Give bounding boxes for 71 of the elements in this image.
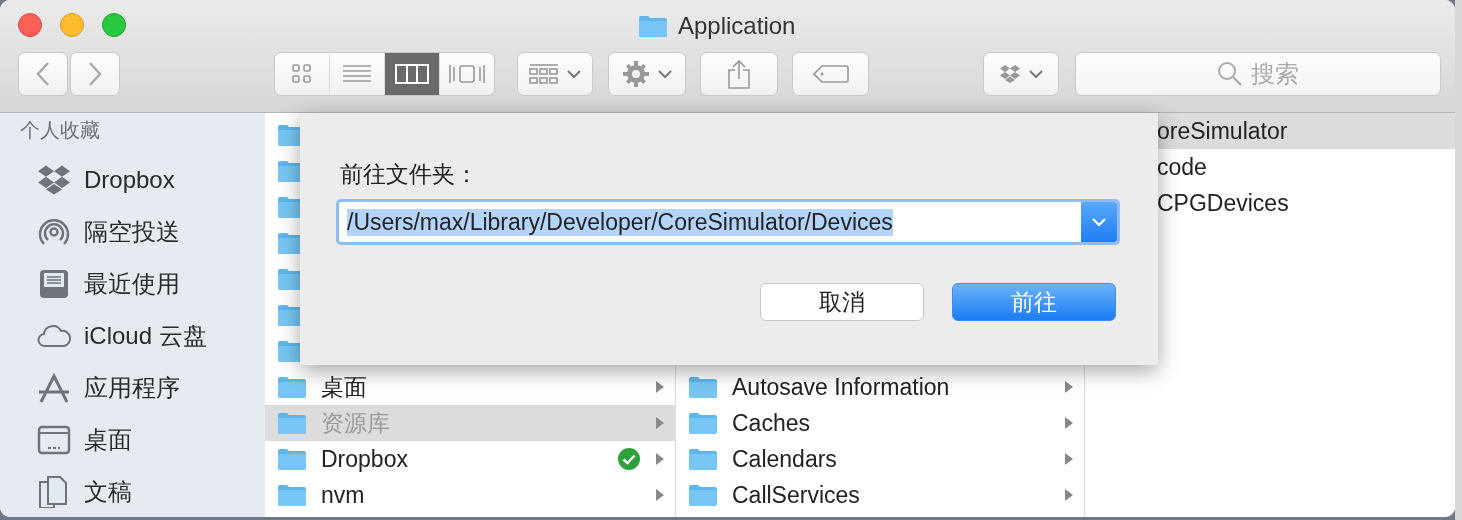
file-row[interactable]: oreSimulator bbox=[1157, 113, 1455, 149]
folder-icon bbox=[688, 446, 718, 472]
file-row[interactable]: code bbox=[1157, 149, 1455, 185]
file-row[interactable]: Caches bbox=[676, 405, 1084, 441]
chevron-down-icon bbox=[1092, 217, 1106, 227]
folder-icon bbox=[638, 13, 668, 39]
share-icon bbox=[727, 59, 751, 89]
forward-button[interactable] bbox=[70, 52, 120, 96]
sidebar-item[interactable]: 桌面 bbox=[0, 425, 265, 455]
tag-icon bbox=[812, 65, 849, 83]
sidebar-item[interactable]: iCloud 云盘 bbox=[0, 321, 265, 351]
search-icon bbox=[1217, 61, 1243, 87]
zoom-button[interactable] bbox=[102, 13, 126, 37]
close-button[interactable] bbox=[18, 13, 42, 37]
app-store-icon bbox=[36, 372, 72, 404]
file-row[interactable]: nvm bbox=[265, 477, 675, 513]
dropbox-icon bbox=[999, 64, 1021, 84]
disclosure-arrow-icon bbox=[655, 416, 665, 430]
view-mode-control[interactable] bbox=[274, 52, 495, 96]
cancel-button[interactable]: 取消 bbox=[760, 283, 924, 321]
file-row[interactable]: Calendars bbox=[676, 441, 1084, 477]
file-row[interactable]: Autosave Information bbox=[676, 369, 1084, 405]
minimize-button[interactable] bbox=[60, 13, 84, 37]
folder-icon bbox=[277, 482, 307, 508]
sidebar-item[interactable]: 应用程序 bbox=[0, 373, 265, 403]
sidebar-item[interactable]: 文稿 bbox=[0, 477, 265, 507]
disclosure-arrow-icon bbox=[1064, 488, 1074, 502]
dropbox-icon bbox=[36, 164, 72, 196]
tag-button[interactable] bbox=[792, 52, 869, 96]
arrange-button[interactable] bbox=[517, 52, 593, 96]
caret-icon bbox=[658, 69, 672, 79]
folder-icon bbox=[688, 374, 718, 400]
folder-icon bbox=[277, 410, 307, 436]
caret-icon bbox=[567, 69, 581, 79]
sidebar-item[interactable]: 最近使用 bbox=[0, 269, 265, 299]
arrange-icon bbox=[529, 63, 559, 85]
desktop-icon bbox=[36, 424, 72, 456]
back-button[interactable] bbox=[18, 52, 68, 96]
disclosure-arrow-icon bbox=[655, 380, 665, 394]
file-row[interactable]: Dropbox bbox=[265, 441, 675, 477]
action-button[interactable] bbox=[608, 52, 686, 96]
file-row[interactable]: CPGDevices bbox=[1157, 185, 1455, 221]
folder-icon bbox=[688, 410, 718, 436]
file-row[interactable]: 桌面 bbox=[265, 369, 675, 405]
share-button[interactable] bbox=[700, 52, 778, 96]
view-mode-tab[interactable] bbox=[385, 53, 440, 95]
chevron-left-icon bbox=[36, 61, 50, 87]
dialog-label: 前往文件夹： bbox=[340, 160, 479, 189]
sidebar-item[interactable]: 隔空投送 bbox=[0, 217, 265, 247]
cover-flow-icon bbox=[448, 62, 486, 86]
folder-icon bbox=[277, 374, 307, 400]
settings-icon bbox=[622, 60, 650, 88]
caret-icon bbox=[1029, 69, 1043, 79]
file-row[interactable]: CallServices bbox=[676, 477, 1084, 513]
list-icon bbox=[342, 64, 372, 84]
disclosure-arrow-icon bbox=[1064, 452, 1074, 466]
sidebar-heading: 个人收藏 bbox=[19, 118, 101, 143]
disclosure-arrow-icon bbox=[655, 488, 665, 502]
disclosure-arrow-icon bbox=[1064, 416, 1074, 430]
folder-icon bbox=[277, 446, 307, 472]
disclosure-arrow-icon bbox=[655, 452, 665, 466]
folder-icon bbox=[688, 482, 718, 508]
disclosure-arrow-icon bbox=[1064, 380, 1074, 394]
window-title: Application bbox=[678, 12, 796, 40]
path-field[interactable]: /Users/max/Library/Developer/CoreSimulator/Devices bbox=[336, 199, 1120, 245]
grid-icon bbox=[291, 63, 313, 85]
columns-icon bbox=[395, 63, 429, 85]
dropbox-button[interactable] bbox=[983, 52, 1059, 96]
dropdown-button[interactable] bbox=[1081, 202, 1117, 242]
chevron-right-icon bbox=[88, 61, 102, 87]
sidebar-item[interactable]: Dropbox bbox=[0, 165, 265, 195]
